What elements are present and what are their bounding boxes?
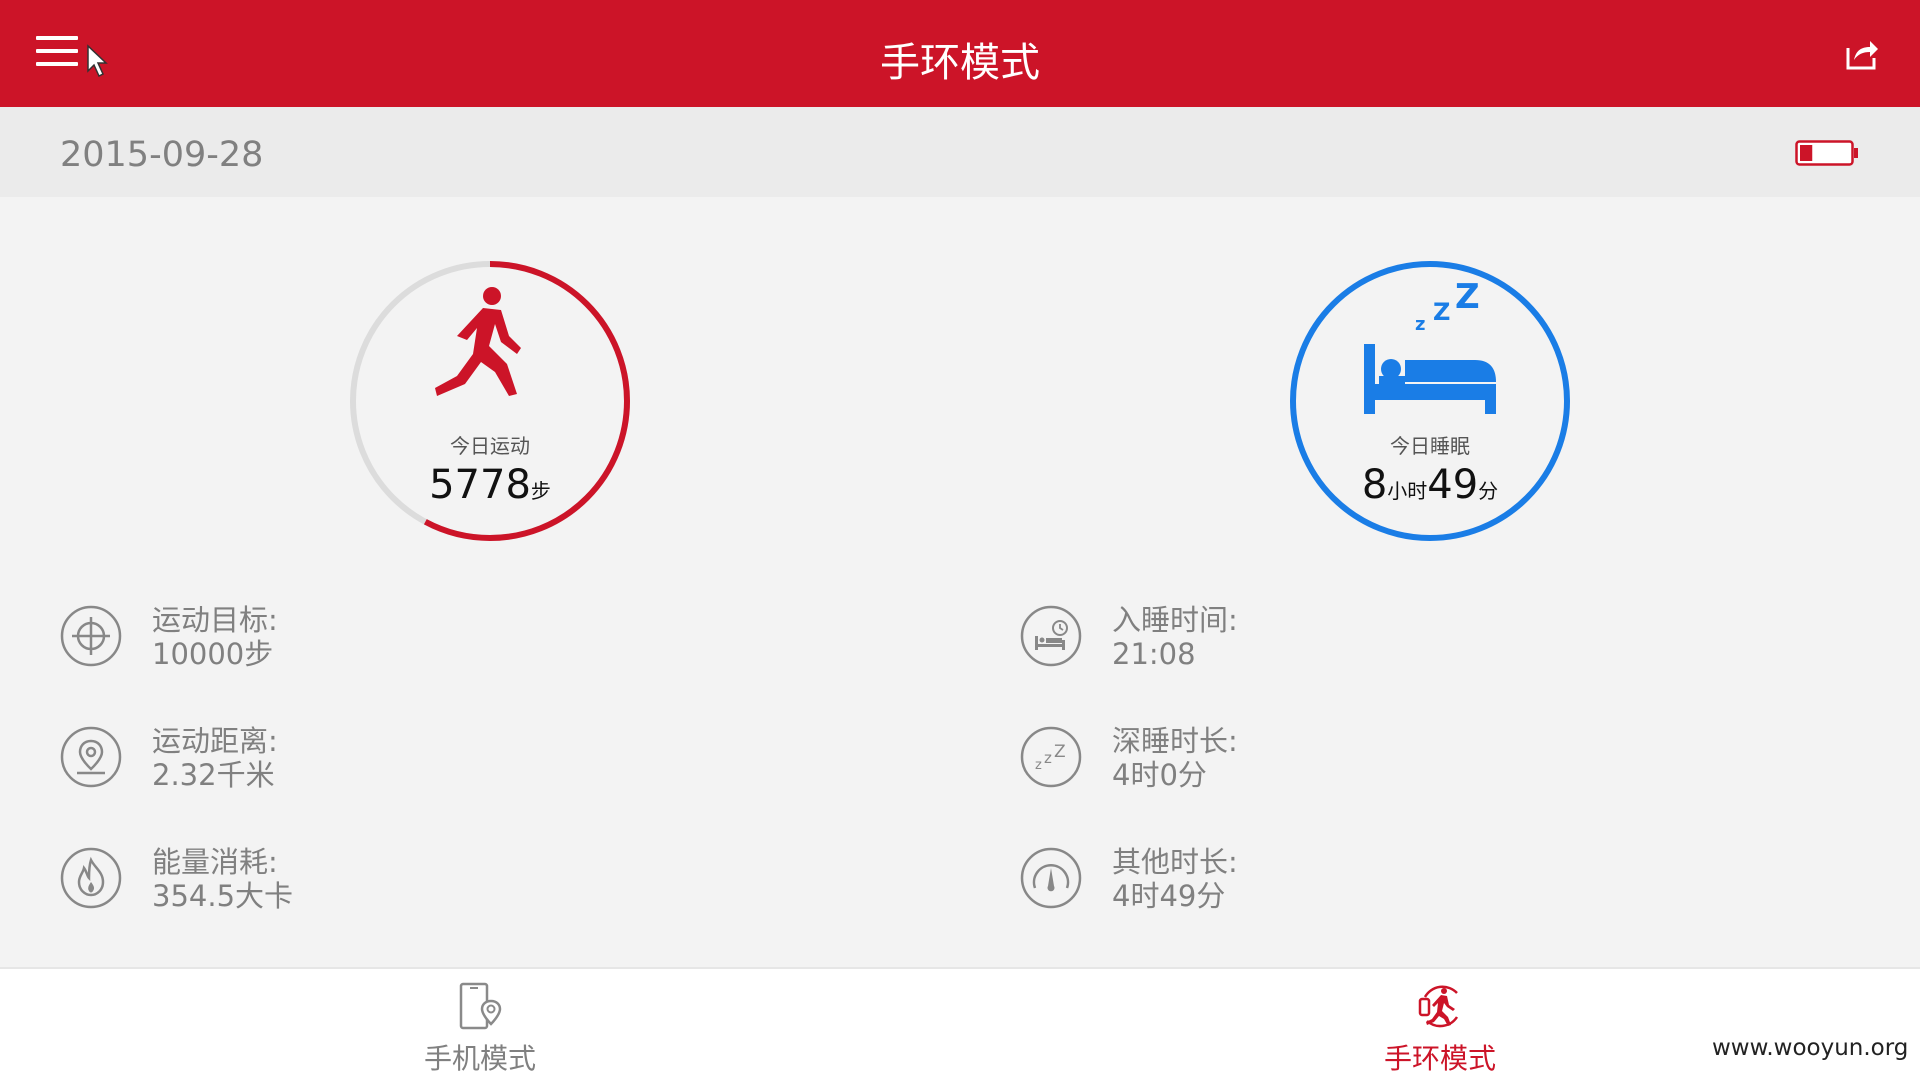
activity-steps-display: 5778步: [340, 462, 640, 508]
phone-location-icon: [459, 982, 502, 1030]
distance-label: 运动距离:: [152, 724, 278, 758]
location-pin-icon: [60, 726, 122, 788]
other-duration-value: 4时49分: [1112, 879, 1226, 913]
watermark-text: www.wooyun.org: [1712, 1035, 1909, 1061]
energy-label: 能量消耗:: [152, 845, 278, 879]
target-icon: [60, 605, 122, 667]
svg-text:z: z: [1044, 749, 1052, 767]
bedtime-label: 入睡时间:: [1112, 603, 1238, 637]
zzz-icon: z z Z: [1020, 726, 1082, 788]
sleep-label: 今日睡眠: [1390, 434, 1470, 458]
svg-text:Z: Z: [1433, 298, 1450, 326]
gauge-icon: [1020, 847, 1082, 909]
goal-label: 运动目标:: [152, 603, 278, 637]
flame-icon: [60, 847, 122, 909]
svg-text:Z: Z: [1455, 277, 1480, 317]
svg-text:z: z: [1035, 758, 1042, 773]
battery-icon: [1795, 140, 1858, 166]
top-app-bar: 手环模式: [0, 0, 1920, 107]
date-bar: 2015-09-28: [0, 107, 1920, 197]
tab-phone-mode-label: 手机模式: [423, 1042, 536, 1075]
date-label: 2015-09-28: [60, 135, 264, 175]
tab-band-mode[interactable]: 手环模式: [1310, 969, 1570, 1082]
runner-icon: [435, 287, 521, 396]
bedtime-value: 21:08: [1112, 637, 1196, 671]
page-title: 手环模式: [880, 40, 1040, 86]
sleep-duration-display: 8小时49分: [1280, 462, 1580, 508]
sleep-hours-unit: 小时: [1387, 479, 1428, 503]
steps-value: 5778: [429, 462, 531, 508]
energy-value: 354.5大卡: [152, 879, 294, 913]
other-duration-label: 其他时长:: [1112, 845, 1238, 879]
share-icon[interactable]: [1844, 36, 1880, 72]
goal-value: 10000步: [152, 637, 274, 671]
deep-sleep-label: 深睡时长:: [1112, 724, 1238, 758]
steps-unit: 步: [530, 479, 551, 503]
bed-clock-icon: [1020, 605, 1082, 667]
sleep-hours-value: 8: [1361, 462, 1388, 508]
bed-icon: [1364, 344, 1496, 414]
svg-text:z: z: [1415, 314, 1425, 335]
band-runner-icon: [1418, 985, 1459, 1028]
zzz-sleep-icon: z Z Z: [1415, 277, 1480, 335]
deep-sleep-value: 4时0分: [1112, 758, 1207, 792]
tab-phone-mode[interactable]: 手机模式: [350, 969, 610, 1082]
sleep-minutes-unit: 分: [1478, 479, 1499, 503]
distance-value: 2.32千米: [152, 758, 275, 792]
bottom-navigation: 手机模式 手环模式: [0, 967, 1920, 1082]
activity-label: 今日运动: [450, 434, 530, 458]
tab-band-mode-label: 手环模式: [1383, 1042, 1496, 1075]
sleep-minutes-value: 49: [1427, 462, 1479, 508]
svg-text:Z: Z: [1054, 742, 1066, 762]
